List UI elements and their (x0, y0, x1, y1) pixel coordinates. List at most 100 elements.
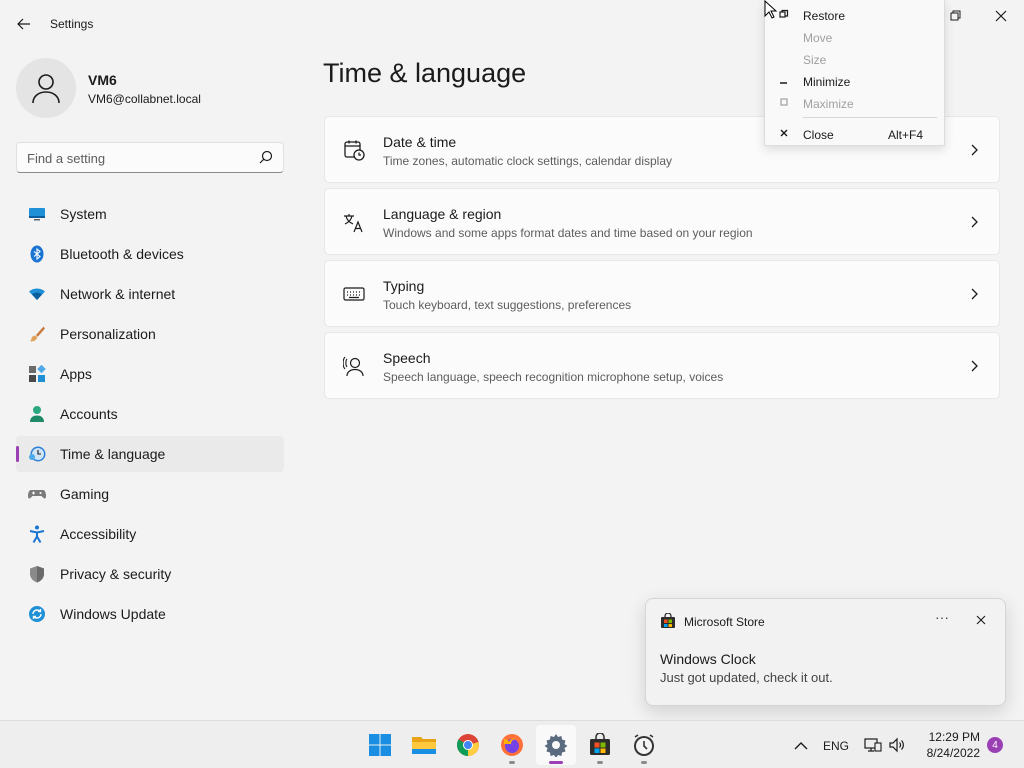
menu-item-label: Maximize (803, 97, 854, 111)
taskbar-chrome[interactable] (448, 725, 488, 765)
menu-item-restore[interactable]: Restore (765, 3, 945, 25)
card-description: Touch keyboard, text suggestions, prefer… (383, 298, 632, 312)
sidebar-item-apps[interactable]: Apps (16, 356, 284, 392)
back-button[interactable] (12, 12, 36, 36)
taskbar-microsoft-store[interactable] (580, 725, 620, 765)
sidebar-item-label: Bluetooth & devices (60, 246, 184, 262)
taskbar-start-button[interactable] (360, 725, 400, 765)
card-speech[interactable]: Speech Speech language, speech recogniti… (324, 332, 1000, 399)
update-icon (29, 606, 45, 622)
taskbar-file-explorer[interactable] (404, 725, 444, 765)
restore-icon (779, 9, 789, 18)
user-name: VM6 (88, 72, 117, 88)
accounts-icon (30, 406, 44, 422)
chevron-right-icon (971, 288, 978, 300)
user-email: VM6@collabnet.local (88, 92, 201, 106)
sidebar-item-network[interactable]: Network & internet (16, 276, 284, 312)
firefox-icon (501, 734, 523, 756)
clock-date[interactable]: 8/24/2022 (912, 746, 980, 760)
toast-notification[interactable]: Microsoft Store ··· Windows Clock Just g… (645, 598, 1006, 706)
speech-icon (343, 356, 364, 377)
brush-icon (30, 326, 45, 342)
card-description: Speech language, speech recognition micr… (383, 370, 724, 384)
notification-count-badge[interactable]: 4 (987, 737, 1003, 753)
sidebar-item-privacy[interactable]: Privacy & security (16, 556, 284, 592)
menu-item-label: Move (803, 31, 833, 45)
taskbar-firefox[interactable] (492, 725, 532, 765)
windows-start-icon (369, 734, 391, 756)
sidebar-item-label: Personalization (60, 326, 156, 342)
search-icon[interactable] (259, 150, 273, 164)
menu-item-label: Close (803, 128, 834, 142)
card-language-region[interactable]: Language & region Windows and some apps … (324, 188, 1000, 255)
menu-item-shortcut: Alt+F4 (888, 128, 924, 142)
menu-item-maximize[interactable]: Maximize (765, 91, 945, 113)
menu-item-label: Restore (803, 9, 846, 23)
wifi-icon (29, 288, 45, 300)
sidebar-item-system[interactable]: System (16, 196, 284, 232)
card-typing[interactable]: Typing Touch keyboard, text suggestions,… (324, 260, 1000, 327)
sidebar-item-label: Windows Update (60, 606, 166, 622)
sidebar-item-time-language[interactable]: Time & language (16, 436, 284, 472)
chevron-right-icon (971, 360, 978, 372)
sidebar-item-accounts[interactable]: Accounts (16, 396, 284, 432)
search-input[interactable] (27, 149, 247, 167)
accessibility-icon (29, 525, 45, 543)
system-icon (29, 208, 45, 221)
settings-gear-icon (544, 734, 568, 757)
menu-item-minimize[interactable]: Minimize (765, 69, 945, 91)
menu-separator (803, 117, 937, 118)
sidebar-item-label: Gaming (60, 486, 110, 502)
time-language-icon (29, 446, 46, 462)
menu-item-move[interactable]: Move (765, 25, 945, 47)
apps-icon (29, 365, 46, 382)
mouse-cursor-icon (764, 0, 778, 19)
search-box[interactable] (16, 142, 284, 173)
sidebar-item-accessibility[interactable]: Accessibility (16, 516, 284, 552)
maximize-icon (780, 98, 788, 106)
running-indicator (641, 761, 647, 764)
sidebar-item-label: Accessibility (60, 526, 137, 542)
toast-more-button[interactable]: ··· (932, 609, 952, 629)
toast-close-button[interactable] (972, 611, 990, 629)
taskbar-windows-clock[interactable] (624, 725, 664, 765)
close-icon (976, 615, 986, 625)
toast-title: Windows Clock (660, 651, 756, 667)
page-title: Time & language (323, 58, 527, 88)
close-window-button[interactable] (989, 6, 1013, 26)
chevron-up-icon[interactable] (792, 737, 810, 755)
card-title: Language & region (383, 206, 502, 222)
store-icon (661, 613, 675, 628)
taskbar-settings[interactable] (536, 725, 576, 765)
window-context-menu: Restore Move Size Minimize Maximize Clos… (764, 0, 945, 146)
sidebar-item-bluetooth[interactable]: Bluetooth & devices (16, 236, 284, 272)
gamepad-icon (28, 490, 46, 499)
sidebar-item-label: Privacy & security (60, 566, 172, 582)
app-title: Settings (50, 17, 94, 31)
menu-item-size[interactable]: Size (765, 47, 945, 69)
sidebar-item-label: Time & language (60, 446, 166, 462)
menu-item-close[interactable]: Close Alt+F4 (765, 122, 945, 144)
bluetooth-icon (30, 245, 44, 263)
card-title: Speech (383, 350, 431, 366)
clock-time[interactable]: 12:29 PM (912, 730, 980, 744)
calendar-clock-icon (344, 140, 365, 161)
running-indicator (597, 761, 603, 764)
input-language-indicator[interactable]: ENG (823, 739, 849, 753)
menu-item-label: Minimize (803, 75, 851, 89)
avatar[interactable] (16, 58, 76, 118)
chevron-right-icon (971, 144, 978, 156)
close-icon (995, 10, 1007, 22)
shield-icon (30, 566, 44, 583)
restore-window-button[interactable] (943, 6, 967, 26)
volume-icon[interactable] (888, 736, 906, 754)
sidebar-nav: System Bluetooth & devices Network & int… (16, 196, 284, 636)
network-icon[interactable] (864, 736, 882, 754)
sidebar-item-label: Network & internet (60, 286, 176, 302)
sidebar-item-label: Apps (60, 366, 92, 382)
card-title: Date & time (383, 134, 457, 150)
sidebar-item-personalization[interactable]: Personalization (16, 316, 284, 352)
sidebar-item-windows-update[interactable]: Windows Update (16, 596, 284, 632)
sidebar-item-gaming[interactable]: Gaming (16, 476, 284, 512)
close-icon (780, 129, 788, 137)
